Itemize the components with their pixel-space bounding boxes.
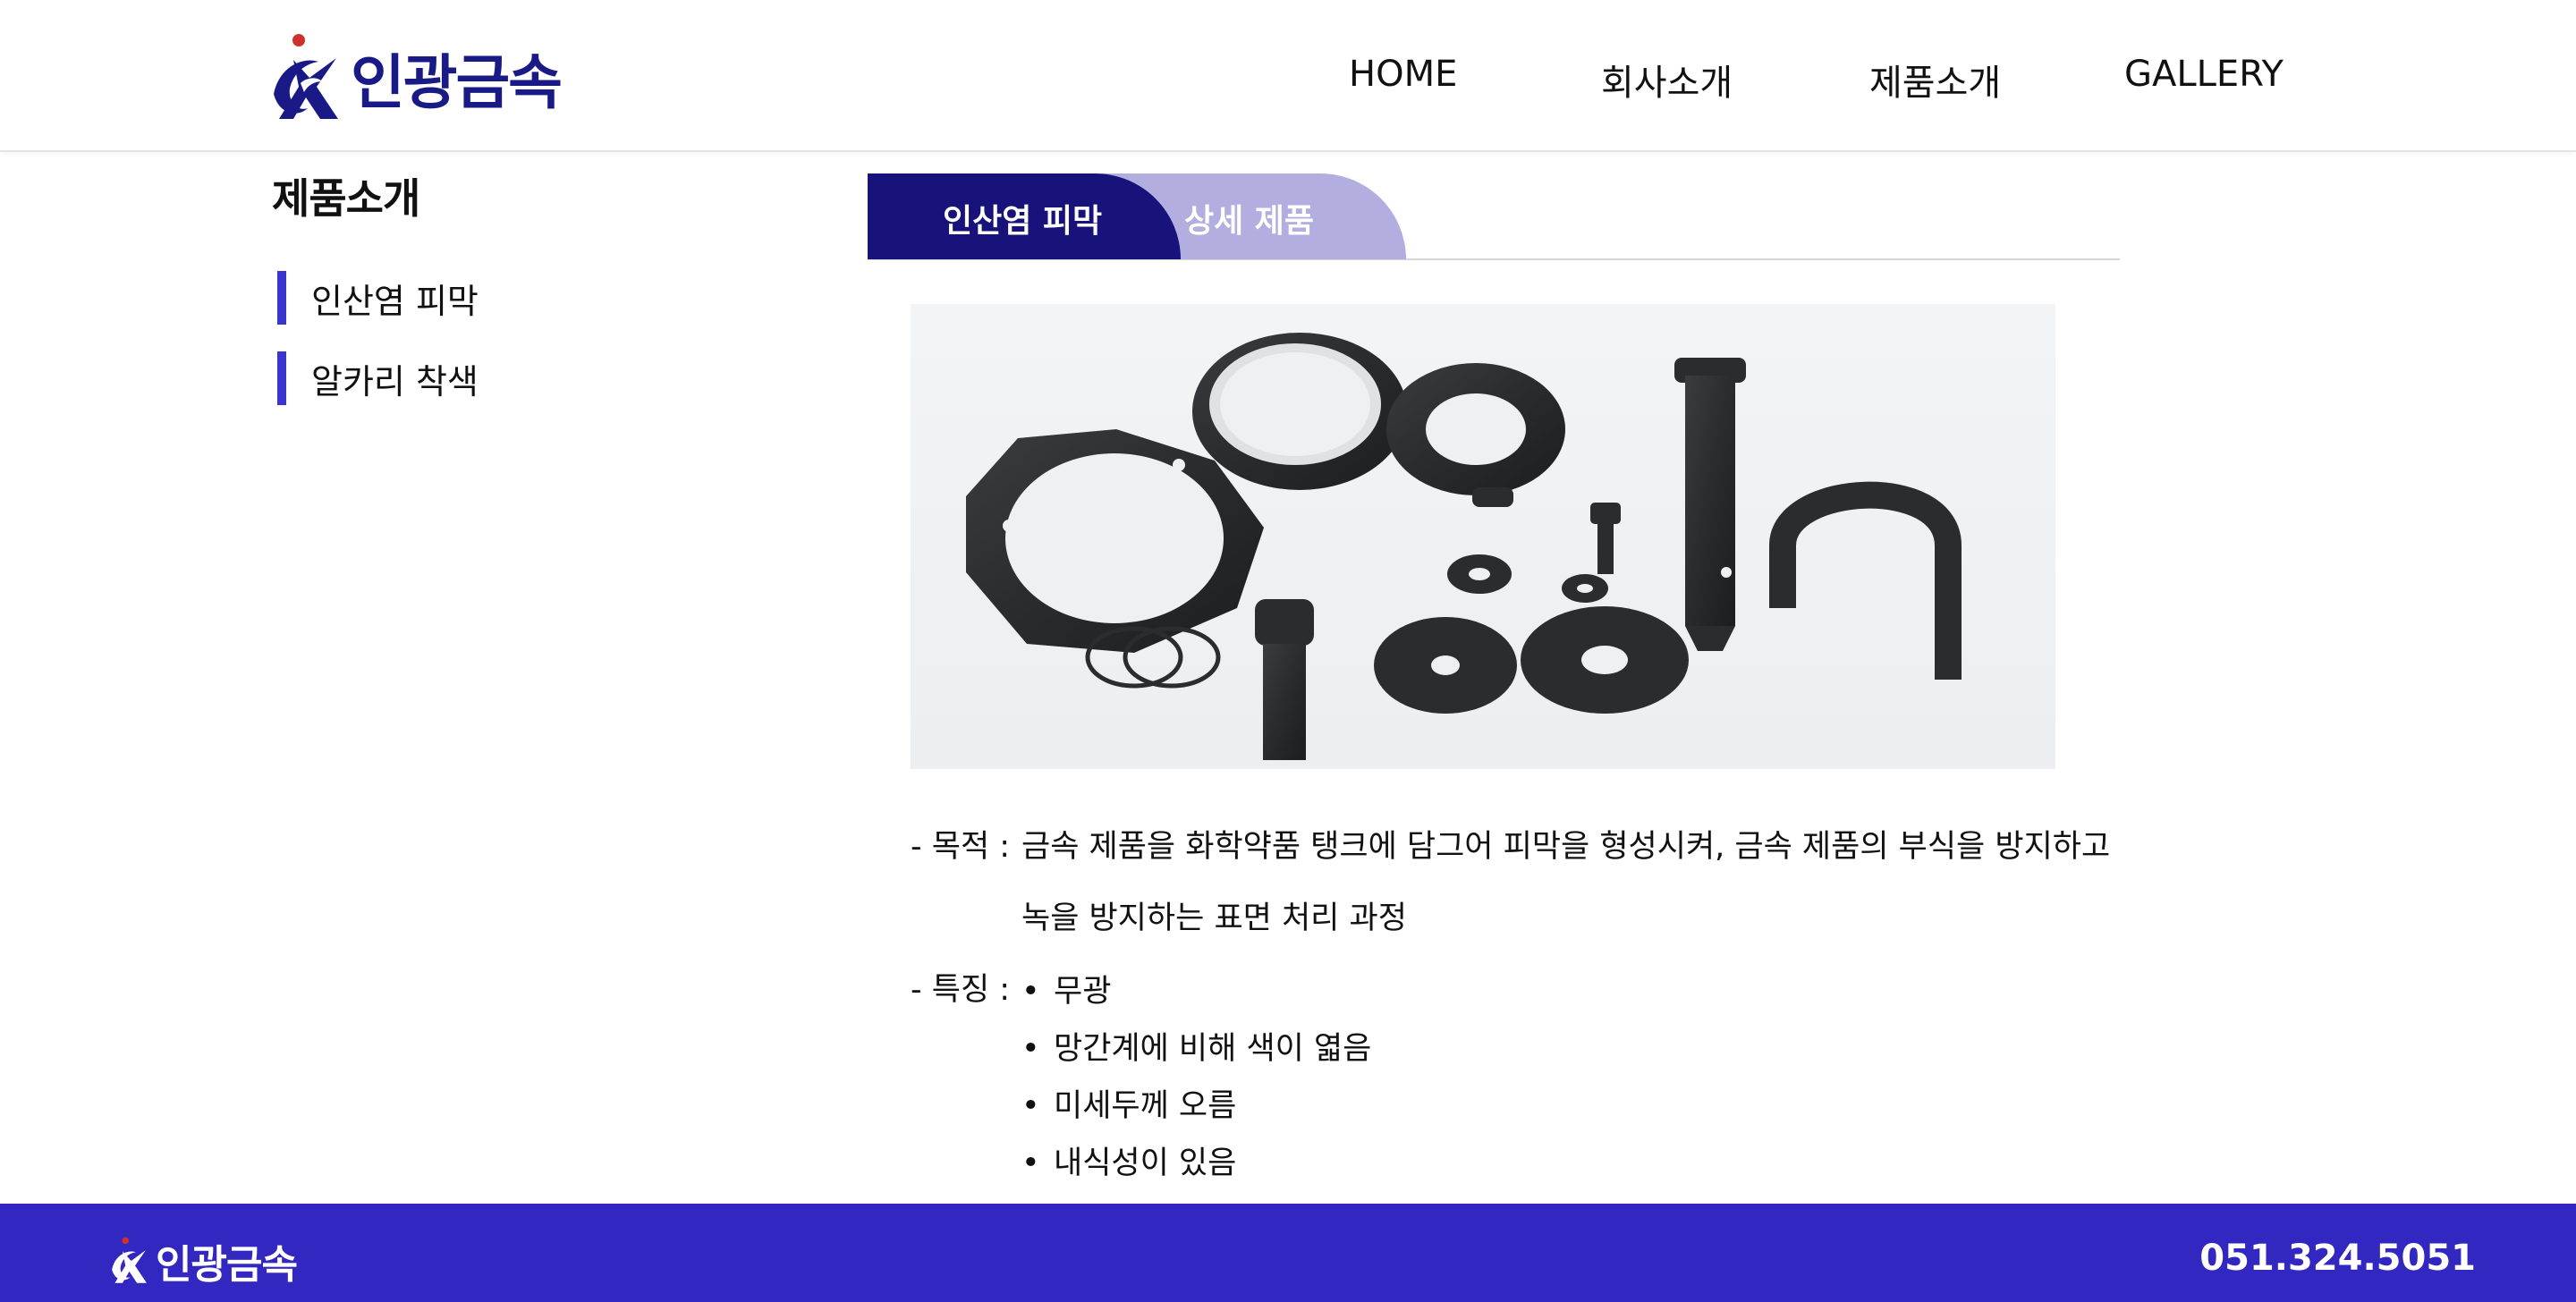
site-header: 인광금속 HOME 회사소개 제품소개 GALLERY (0, 0, 2576, 152)
footer-phone-number[interactable]: 051.324.5051 (2199, 1238, 2476, 1279)
bullet-dot: • (1021, 974, 1040, 1010)
site-footer: 인광금속 051.324.5051 (0, 1204, 2576, 1302)
purpose-label: - 목적 : (911, 829, 1011, 865)
footer-logo[interactable]: 인광금속 (107, 1236, 298, 1288)
feature-item: • 내식성이 있음 (1021, 1137, 1236, 1183)
tab-label: 인산염 피막 (943, 203, 1103, 240)
sidebar-item-label: 알카리 착색 (311, 361, 479, 402)
main-nav: HOME 회사소개 제품소개 GALLERY (0, 54, 2576, 116)
sidebar-item-alkali-coloring[interactable]: 알카리 착색 (277, 351, 599, 405)
feature-text: 무광 (1054, 974, 1112, 1010)
sidebar-title: 제품소개 (272, 174, 420, 223)
feature-item: • 무광 (1021, 966, 1111, 1011)
nav-about[interactable]: 회사소개 (1601, 54, 1733, 106)
nav-products[interactable]: 제품소개 (1869, 54, 2001, 106)
sidebar-item-marker (277, 351, 286, 405)
nav-gallery[interactable]: GALLERY (2124, 54, 2284, 95)
sidebar-item-phosphate-coating[interactable]: 인산염 피막 (277, 271, 599, 325)
bullet-dot: • (1021, 1088, 1040, 1124)
feature-item: • 미세두께 오름 (1021, 1080, 1236, 1126)
feature-text: 미세두께 오름 (1054, 1088, 1237, 1124)
feature-item: • 망간계에 비해 색이 엷음 (1021, 1023, 1371, 1069)
footer-logo-text: 인광금속 (156, 1242, 298, 1288)
bullet-dot: • (1021, 1146, 1040, 1181)
feature-text: 망간계에 비해 색이 엷음 (1054, 1031, 1372, 1067)
purpose-text-line1: 금속 제품을 화학약품 탱크에 담그어 피막을 형성시켜, 금속 제품의 부식을… (1021, 829, 2111, 865)
nav-home[interactable]: HOME (1349, 54, 1457, 95)
tab-phosphate-coating[interactable]: 인산염 피막 (868, 173, 1181, 259)
tab-label: 상세 제품 (1184, 203, 1315, 240)
product-photo (911, 304, 2055, 769)
footer-logo-mark-icon (112, 1237, 147, 1283)
product-parts-illustration (966, 333, 1962, 760)
bullet-dot: • (1021, 1031, 1040, 1067)
sidebar-item-marker (277, 271, 286, 325)
purpose-text-line2: 녹을 방지하는 표면 처리 과정 (1021, 900, 1407, 936)
features-label: - 특징 : (911, 972, 1011, 1008)
feature-text: 내식성이 있음 (1054, 1146, 1237, 1181)
sidebar-item-label: 인산염 피막 (311, 281, 479, 321)
